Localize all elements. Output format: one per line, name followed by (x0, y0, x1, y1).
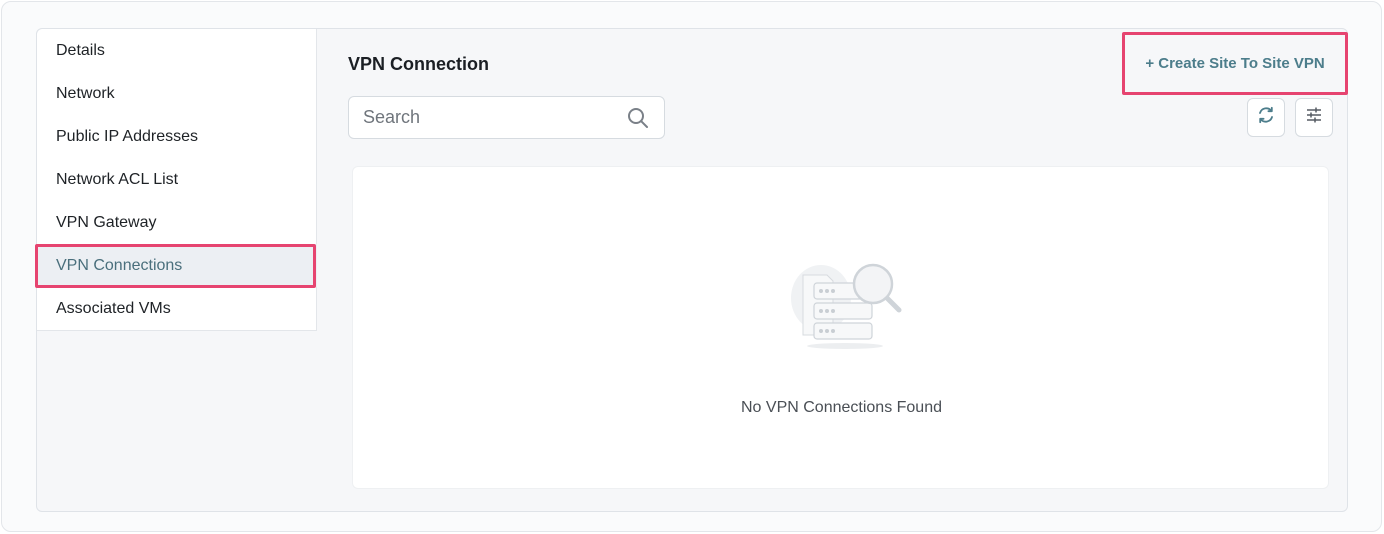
sidebar-item-public-ip-addresses[interactable]: Public IP Addresses (37, 115, 317, 158)
filter-button[interactable] (1295, 98, 1333, 137)
empty-state-message: No VPN Connections Found (741, 399, 942, 416)
sidebar-item-label: Network (56, 84, 115, 102)
search-icon[interactable] (626, 106, 650, 130)
sidebar-item-label: Network ACL List (56, 170, 179, 188)
sidebar-item-network-acl-list[interactable]: Network ACL List (37, 158, 317, 201)
sidebar: Details Network Public IP Addresses Netw… (37, 29, 317, 331)
sidebar-item-network[interactable]: Network (37, 72, 317, 115)
sidebar-item-label: VPN Connections (56, 256, 183, 274)
refresh-button[interactable] (1247, 98, 1285, 137)
server-search-icon (781, 253, 917, 353)
sidebar-item-associated-vms[interactable]: Associated VMs (37, 287, 317, 330)
vpn-connections-list: No VPN Connections Found (352, 166, 1329, 489)
refresh-icon (1256, 105, 1276, 130)
page-title: VPN Connection (348, 54, 490, 74)
sidebar-item-label: Details (56, 41, 105, 59)
sidebar-item-vpn-gateway[interactable]: VPN Gateway (37, 201, 317, 244)
sidebar-item-details[interactable]: Details (37, 29, 317, 72)
sidebar-item-label: Associated VMs (56, 299, 171, 317)
sliders-icon (1304, 105, 1324, 130)
search-input[interactable] (363, 107, 613, 128)
search-box (348, 96, 665, 139)
sidebar-item-label: VPN Gateway (56, 213, 157, 231)
sidebar-item-label: Public IP Addresses (56, 127, 199, 145)
vpc-detail-panel: Details Network Public IP Addresses Netw… (35, 28, 1348, 512)
sidebar-item-vpn-connections[interactable]: VPN Connections (37, 244, 317, 287)
create-site-to-site-vpn-button[interactable]: + Create Site To Site VPN (1124, 32, 1346, 94)
